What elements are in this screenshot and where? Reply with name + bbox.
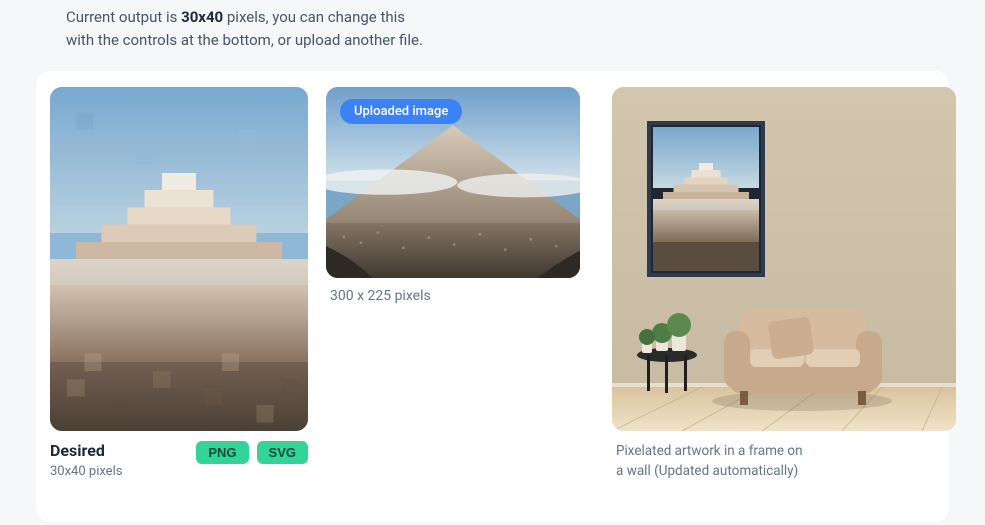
desired-title: Desired	[50, 441, 122, 460]
wall-sub-line1: Pixelated artwork in a frame on	[616, 443, 803, 459]
wall-sub: Pixelated artwork in a frame on a wall (…	[612, 441, 956, 482]
wall-sub-line2: a wall (Updated automatically)	[616, 463, 798, 479]
desired-panel: Desired 30x40 pixels PNG SVG	[50, 87, 308, 479]
download-svg-button[interactable]: SVG	[257, 441, 308, 464]
wall-panel: Pixelated artwork in a frame on a wall (…	[612, 87, 956, 482]
upload-sub: 300 x 225 pixels	[326, 288, 580, 304]
desired-sub: 30x40 pixels	[50, 464, 122, 479]
uploaded-image: Uploaded image	[326, 87, 580, 278]
wall-mockup	[612, 87, 956, 431]
intro-suffix2: with the controls at the bottom, or uplo…	[66, 31, 423, 49]
download-png-button[interactable]: PNG	[196, 441, 248, 464]
main-card: Desired 30x40 pixels PNG SVG Uploaded im…	[36, 71, 949, 522]
uploaded-badge: Uploaded image	[340, 99, 462, 124]
intro-dims: 30x40	[181, 8, 223, 26]
desired-image	[50, 87, 308, 431]
intro-text: Current output is 30x40 pixels, you can …	[0, 0, 985, 51]
intro-prefix: Current output is	[66, 8, 181, 26]
intro-suffix1: pixels, you can change this	[223, 8, 405, 26]
upload-panel: Uploaded image	[326, 87, 580, 304]
